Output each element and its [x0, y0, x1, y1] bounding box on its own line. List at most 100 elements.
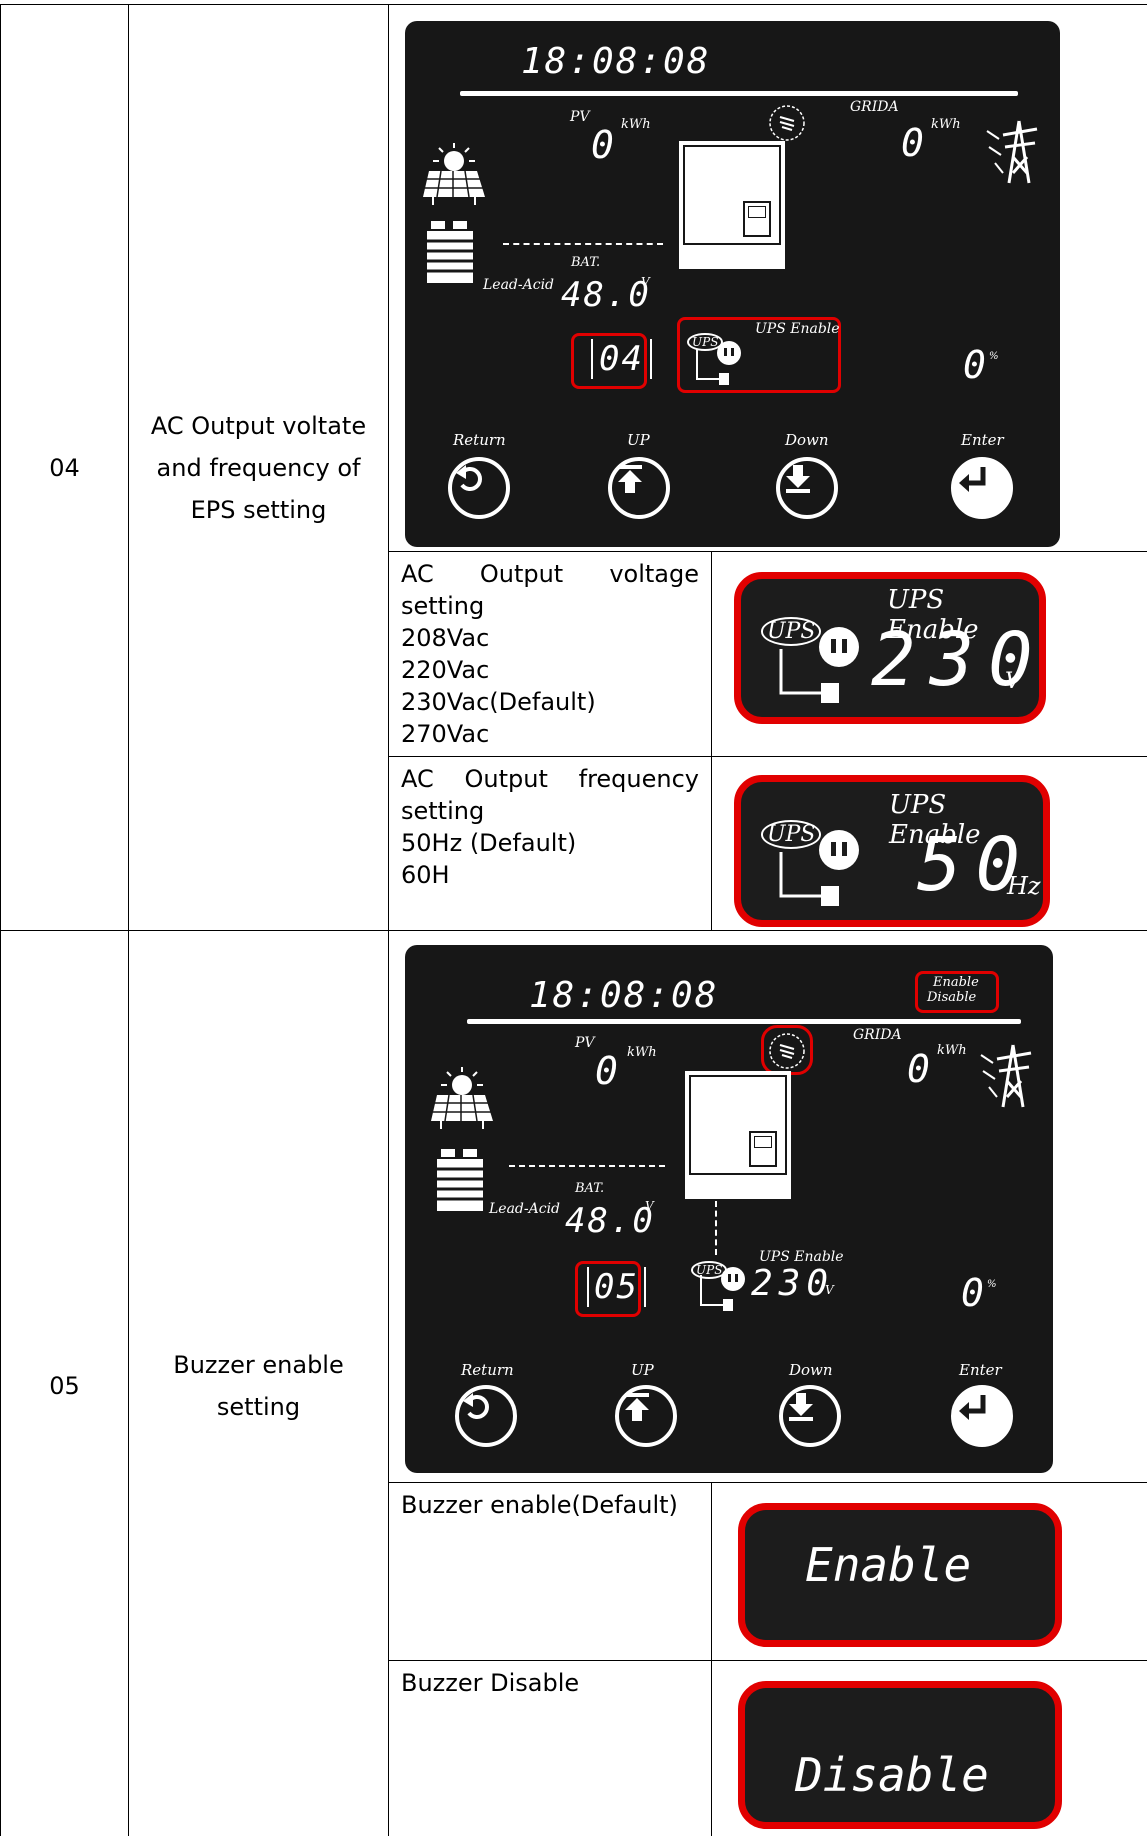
buzzer-disable-panel-text: Disable — [795, 1748, 989, 1802]
ups-value: 230 — [751, 1263, 835, 1304]
up-label: UP — [627, 431, 650, 449]
solar-panel-icon — [431, 1067, 493, 1129]
inverter-icon — [679, 141, 785, 269]
buzzer-enable-panel-text: Enable — [805, 1538, 972, 1592]
bat-label: BAT. — [575, 1181, 605, 1196]
frequency-option: 50Hz (Default) — [401, 829, 577, 857]
frequency-panel: UPS Enable UPS 50 Hz — [734, 775, 1050, 927]
pv-unit: kWh — [627, 1045, 657, 1060]
voltage-option: 270Vac — [401, 720, 490, 748]
enable-text: Enable — [933, 975, 979, 990]
voltage-option: 208Vac — [401, 624, 490, 652]
pv-label: PV — [575, 1035, 595, 1051]
pv-value: 0 — [591, 123, 616, 167]
battery-flow-line — [503, 243, 663, 245]
time-display: 18:08:08 — [529, 975, 719, 1016]
down-arrow-icon — [789, 1393, 813, 1421]
fan-icon — [769, 1033, 805, 1069]
enter-button[interactable] — [951, 1385, 1013, 1447]
fan-icon — [769, 105, 805, 141]
bat-label: BAT. — [571, 255, 601, 270]
grid-tower-icon — [986, 120, 1038, 184]
percent-unit: % — [989, 351, 999, 362]
buzzer-enable-text: Buzzer enable(Default) — [388, 1482, 712, 1661]
down-button[interactable] — [776, 457, 838, 519]
frequency-setting-text: AC Output frequency setting 50Hz (Defaul… — [388, 756, 712, 931]
bat-unit: V — [645, 1199, 654, 1213]
battery-icon — [427, 221, 473, 283]
menu-code: 04 — [591, 339, 652, 379]
voltage-option: 220Vac — [401, 656, 490, 684]
grid-value: 0 — [901, 121, 926, 165]
time-display: 18:08:08 — [521, 41, 711, 82]
down-arrow-icon — [786, 465, 810, 493]
frequency-panel-unit: Hz — [1007, 872, 1041, 900]
grid-label: GRIDA — [853, 1027, 902, 1043]
battery-flow-line — [509, 1165, 665, 1167]
voltage-panel: UPS Enable UPS 230 V — [734, 572, 1046, 724]
voltage-option: 230Vac(Default) — [401, 688, 596, 716]
buzzer-disable-title: Buzzer Disable — [401, 1669, 580, 1697]
buzzer-disable-panel-cell: Disable — [711, 1660, 1147, 1836]
up-arrow-icon — [618, 465, 642, 493]
row-number: 05 — [0, 930, 129, 1836]
disable-text: Disable — [927, 990, 977, 1005]
item-text: Buzzer enable setting — [173, 1350, 344, 1421]
buzzer-disable-text: Buzzer Disable — [388, 1660, 712, 1836]
up-label: UP — [631, 1361, 654, 1379]
voltage-setting-title: AC Output voltage setting — [401, 560, 699, 620]
grid-unit: kWh — [937, 1043, 967, 1058]
settings-table: 04 AC Output voltate and frequency of EP… — [0, 4, 1147, 1836]
frequency-option: 60H — [401, 861, 450, 889]
screen-cell: 18:08:08 Enable Disable PV 0 kWh GRIDA 0… — [388, 930, 1147, 1483]
bat-unit: V — [641, 275, 650, 289]
lcd-screen: 18:08:08 PV 0 kWh GRIDA 0 kWh BAT. Lead-… — [405, 21, 1060, 547]
item-text: AC Output voltate and frequency of EPS s… — [150, 411, 367, 524]
return-label: Return — [453, 431, 506, 449]
enter-label: Enter — [959, 1361, 1002, 1379]
return-button[interactable] — [455, 1385, 517, 1447]
down-button[interactable] — [779, 1385, 841, 1447]
screen-cell: 18:08:08 PV 0 kWh GRIDA 0 kWh BAT. Lead-… — [388, 4, 1147, 552]
frequency-panel-cell: UPS Enable UPS 50 Hz — [711, 756, 1147, 931]
buzzer-enable-panel-cell: Enable — [711, 1482, 1147, 1661]
bat-value: 48.0 — [561, 275, 651, 315]
buzzer-disable-panel: Disable — [738, 1681, 1062, 1829]
menu-code: 05 — [587, 1267, 646, 1307]
return-icon — [463, 1393, 489, 1419]
frequency-setting-title: AC Output frequency setting — [401, 765, 699, 825]
time-underline — [467, 1019, 1021, 1024]
ups-flow-line — [715, 1201, 717, 1255]
outlet-icon — [700, 1267, 745, 1311]
return-label: Return — [461, 1361, 514, 1379]
pv-unit: kWh — [621, 117, 651, 132]
solar-panel-icon — [423, 143, 485, 205]
enter-icon — [959, 467, 986, 492]
inverter-icon — [685, 1071, 791, 1199]
up-arrow-icon — [625, 1393, 649, 1421]
return-button[interactable] — [448, 457, 510, 519]
row-number: 04 — [0, 4, 129, 931]
percent-value: 0 — [963, 343, 988, 387]
outlet-icon — [696, 341, 741, 385]
ups-label: UPS Enable — [755, 321, 840, 337]
grid-label: GRIDA — [850, 99, 899, 115]
outlet-icon — [779, 830, 859, 906]
outlet-icon — [779, 627, 859, 703]
enter-button[interactable] — [951, 457, 1013, 519]
voltage-panel-cell: UPS Enable UPS 230 V — [711, 551, 1147, 757]
percent-unit: % — [987, 1279, 997, 1290]
lcd-screen: 18:08:08 Enable Disable PV 0 kWh GRIDA 0… — [405, 945, 1053, 1473]
pv-label: PV — [570, 109, 590, 125]
enter-icon — [959, 1395, 986, 1420]
up-button[interactable] — [615, 1385, 677, 1447]
battery-icon — [437, 1149, 483, 1211]
up-button[interactable] — [608, 457, 670, 519]
time-underline — [460, 91, 1018, 96]
grid-unit: kWh — [931, 117, 961, 132]
bat-value: 48.0 — [565, 1201, 655, 1241]
down-label: Down — [785, 431, 829, 449]
down-label: Down — [789, 1361, 833, 1379]
return-icon — [456, 465, 482, 491]
row-item: Buzzer enable setting — [128, 930, 389, 1836]
